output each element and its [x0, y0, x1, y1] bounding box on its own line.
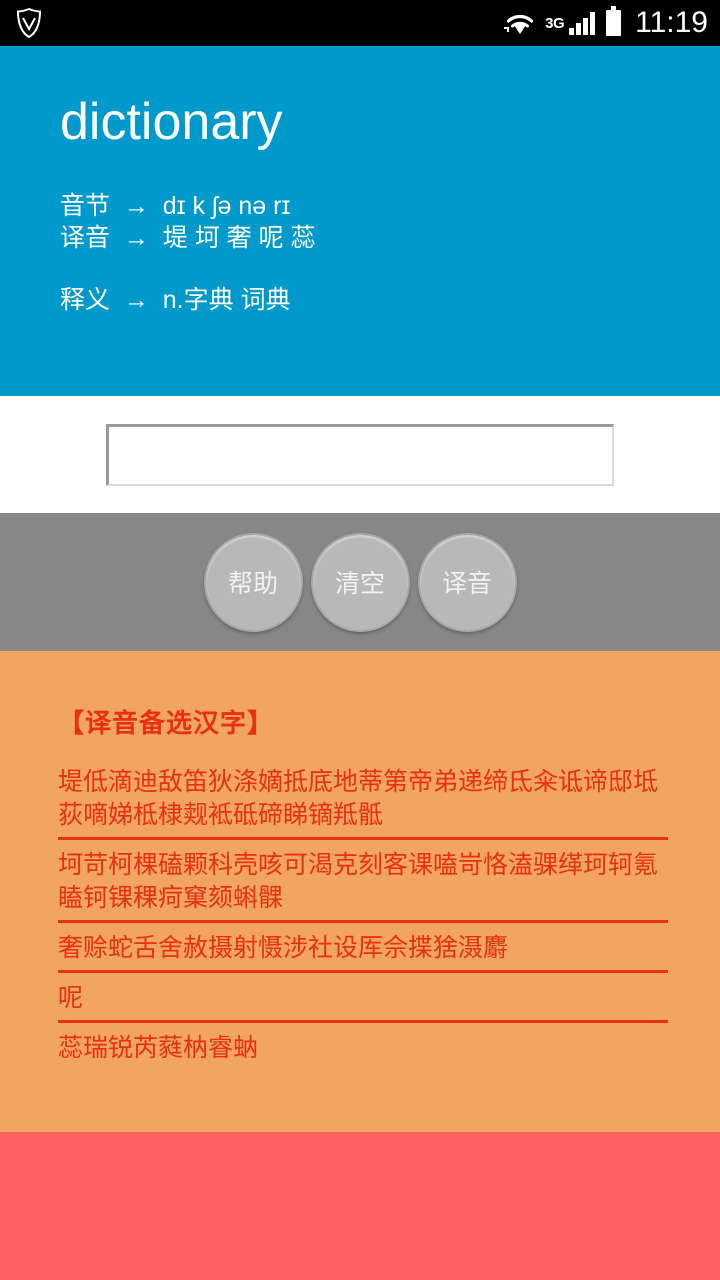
transliteration-line: 译音 → 堤 坷 奢 呢 蕊	[60, 224, 316, 252]
page-title: dictionary	[60, 93, 283, 151]
candidates-title: 【译音备选汉字】	[58, 708, 275, 738]
clear-button[interactable]: 清空	[310, 532, 410, 632]
input-section	[0, 396, 720, 513]
candidate-row[interactable]: 呢	[58, 982, 668, 1023]
network-type-label: 3G	[545, 15, 565, 32]
candidate-row[interactable]: 坷苛柯棵磕颗科壳咳可渴克刻客课嗑岢恪溘骒缂珂轲氪瞌钶锞稞疴窠颏蝌髁	[58, 849, 668, 923]
bottom-panel	[0, 1132, 720, 1280]
shield-icon	[16, 8, 42, 38]
word-input[interactable]	[106, 423, 614, 486]
app-header: dictionary 音节 → dɪ k ʃə nə rɪ 译音 → 堤 坷 奢…	[0, 46, 720, 396]
action-button-bar: 帮助 清空 译音	[0, 513, 720, 651]
definition-line: 释义 → n.字典 词典	[60, 286, 291, 314]
signal-bars-icon	[569, 11, 596, 35]
candidate-characters-section: 【译音备选汉字】 堤低滴迪敌笛狄涤嫡抵底地蒂第帝弟递缔氐籴诋谛邸坻荻嘀娣柢棣觌袛…	[0, 651, 720, 1132]
syllable-line: 音节 → dɪ k ʃə nə rɪ	[60, 192, 291, 220]
status-bar: 3G 11:19	[0, 0, 720, 46]
transliterate-button[interactable]: 译音	[417, 532, 517, 632]
battery-icon	[606, 6, 622, 36]
candidate-row[interactable]: 蕊瑞锐芮蕤枘睿蚋	[58, 1032, 668, 1070]
help-button[interactable]: 帮助	[203, 532, 303, 632]
candidate-row[interactable]: 奢赊蛇舌舍赦摄射慑涉社设厍佘揲猞滠麝	[58, 932, 668, 973]
wifi-icon	[504, 10, 536, 36]
clock-label: 11:19	[635, 6, 708, 39]
status-bar-right: 3G 11:19	[504, 6, 708, 39]
status-bar-left	[16, 8, 504, 38]
candidate-row[interactable]: 堤低滴迪敌笛狄涤嫡抵底地蒂第帝弟递缔氐籴诋谛邸坻荻嘀娣柢棣觌袛砥碲睇镝羝骶	[58, 766, 668, 840]
